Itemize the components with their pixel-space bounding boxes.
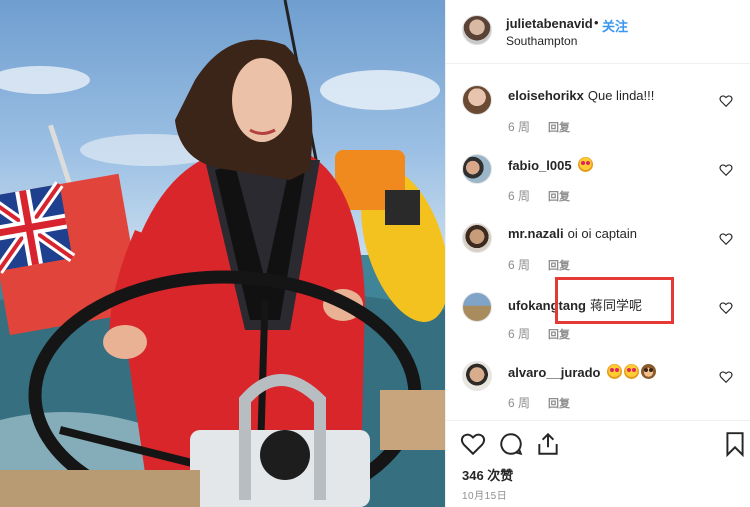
commenter-avatar[interactable] (462, 361, 492, 391)
post-photo[interactable] (0, 0, 445, 507)
commenter-avatar[interactable] (462, 292, 492, 322)
comment-text: oi oi captain (567, 226, 638, 241)
post-location[interactable]: Southampton (506, 34, 577, 48)
commenter-avatar[interactable] (462, 85, 492, 115)
post-header: julietabenavid • 关注 Southampton (446, 0, 750, 64)
share-icon[interactable] (535, 431, 561, 457)
comment-age: 6 周 (508, 120, 531, 134)
comment-item: ufokangtang 蒋同学呢 6 周 回复 (446, 277, 750, 346)
comment-text: 蒋同学呢 (590, 298, 643, 313)
like-icon[interactable] (460, 431, 486, 457)
like-count[interactable]: 346 次赞 (462, 465, 513, 484)
comment-age: 6 周 (508, 189, 531, 203)
comment-age: 6 周 (508, 396, 531, 410)
comment-item: eloisehorikx Que linda!!! 6 周 回复 (446, 70, 750, 139)
comment-text: Que linda!!! (587, 88, 655, 103)
heart-icon[interactable] (719, 232, 733, 246)
comment-username[interactable]: alvaro__jurado (508, 365, 601, 380)
heart-icon[interactable] (719, 94, 733, 108)
heart-icon[interactable] (719, 163, 733, 177)
post-date: 10月15日 (462, 491, 508, 502)
bookmark-icon[interactable] (722, 431, 748, 457)
comment-item: fabio_l005 6 周 回复 (446, 139, 750, 208)
heart-icon[interactable] (719, 370, 733, 384)
author-avatar[interactable] (462, 15, 492, 45)
comment-item: alvaro__jurado 6 周 回复 (446, 346, 750, 415)
commenter-avatar[interactable] (462, 223, 492, 253)
heart-eyes-emoji (623, 364, 639, 379)
reply-button[interactable]: 回复 (548, 326, 570, 342)
heart-eyes-emoji (606, 364, 622, 379)
follow-button[interactable]: 关注 (602, 16, 628, 35)
reply-button[interactable]: 回复 (548, 257, 570, 273)
comment-username[interactable]: eloisehorikx (508, 88, 584, 103)
comment-username[interactable]: fabio_l005 (508, 158, 572, 173)
reply-button[interactable]: 回复 (548, 188, 570, 204)
heart-eyes-emoji (577, 157, 593, 172)
comment-age: 6 周 (508, 258, 531, 272)
comment-icon[interactable] (498, 431, 524, 457)
commenter-avatar[interactable] (462, 154, 492, 184)
comment-username[interactable]: ufokangtang (508, 298, 586, 313)
post-actions: 346 次赞 10月15日 (446, 420, 750, 507)
separator-dot: • (594, 15, 599, 30)
reply-button[interactable]: 回复 (548, 119, 570, 135)
comment-age: 6 周 (508, 327, 531, 341)
comment-item: mr.nazali oi oi captain 6 周 回复 (446, 208, 750, 277)
heart-icon[interactable] (719, 301, 733, 315)
reply-button[interactable]: 回复 (548, 395, 570, 411)
see-no-evil-monkey-emoji (640, 364, 656, 379)
author-username[interactable]: julietabenavid (506, 16, 593, 31)
post-side-panel: julietabenavid • 关注 Southampton eloiseho… (445, 0, 750, 507)
photo-illustration (0, 0, 445, 507)
comment-username[interactable]: mr.nazali (508, 226, 564, 241)
